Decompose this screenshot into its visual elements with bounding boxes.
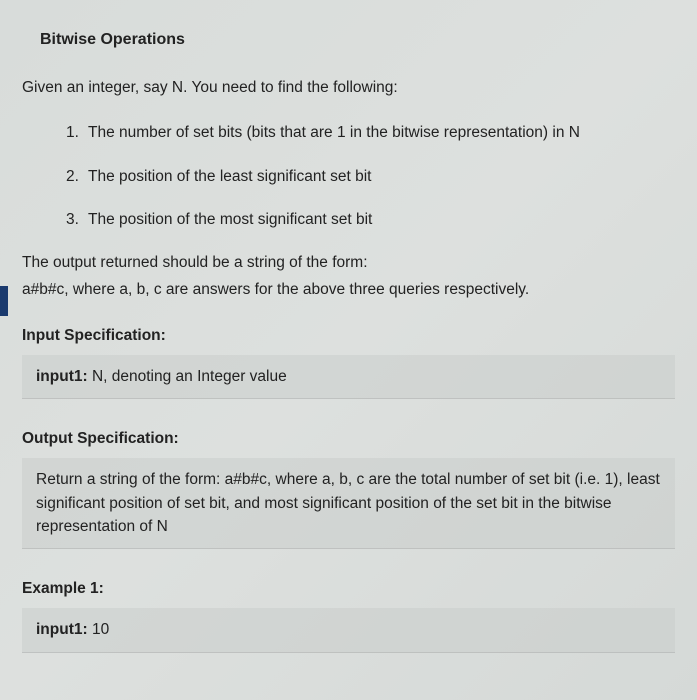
example-heading: Example 1: <box>22 577 665 600</box>
input-spec-text: N, denoting an Integer value <box>88 368 287 385</box>
output-spec-heading: Output Specification: <box>22 427 665 450</box>
requirements-list: 1. The number of set bits (bits that are… <box>66 121 665 231</box>
list-item: 1. The number of set bits (bits that are… <box>66 121 665 144</box>
output-spec-box: Return a string of the form: a#b#c, wher… <box>22 458 675 549</box>
output-spec-text: Return a string of the form: a#b#c, wher… <box>36 471 660 535</box>
output-description-line2: a#b#c, where a, b, c are answers for the… <box>22 278 665 301</box>
example-box: input1: 10 <box>22 608 675 652</box>
list-number: 1. <box>66 121 88 144</box>
list-number: 2. <box>66 165 88 188</box>
list-text: The position of the most significant set… <box>88 208 665 231</box>
input-spec-heading: Input Specification: <box>22 324 665 347</box>
input-spec-box: input1: N, denoting an Integer value <box>22 355 675 399</box>
input-spec-label: input1: <box>36 368 88 385</box>
intro-text: Given an integer, say N. You need to fin… <box>22 76 665 99</box>
list-item: 3. The position of the most significant … <box>66 208 665 231</box>
problem-title: Bitwise Operations <box>40 28 665 52</box>
side-marker <box>0 286 8 316</box>
list-item: 2. The position of the least significant… <box>66 165 665 188</box>
list-text: The number of set bits (bits that are 1 … <box>88 121 665 144</box>
example-label: input1: <box>36 621 88 638</box>
list-number: 3. <box>66 208 88 231</box>
list-text: The position of the least significant se… <box>88 165 665 188</box>
output-description-line1: The output returned should be a string o… <box>22 251 665 274</box>
example-text: 10 <box>88 621 110 638</box>
